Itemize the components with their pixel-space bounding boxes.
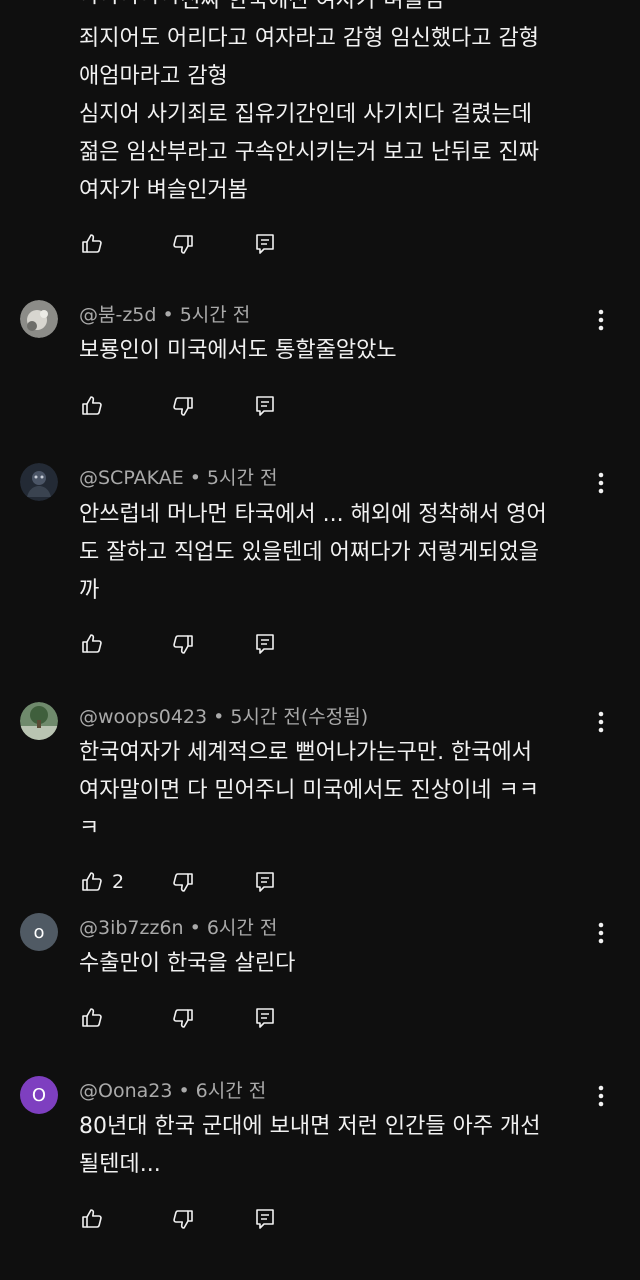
comment-meta: @SCPAKAE • 5시간 전 <box>79 467 278 489</box>
avatar[interactable] <box>20 702 58 740</box>
avatar-letter: O <box>31 1084 47 1106</box>
avatar[interactable]: o <box>20 913 58 951</box>
reply-button[interactable] <box>251 1205 279 1233</box>
like-button[interactable] <box>78 230 106 258</box>
author-handle[interactable]: @3ib7zz6n <box>79 917 184 939</box>
reply-comment-icon <box>256 234 274 254</box>
reply-comment-icon <box>256 634 274 654</box>
more-vertical-icon <box>598 472 604 494</box>
timestamp: 5시간 전(수정됨) <box>230 706 369 728</box>
author-handle[interactable]: @woops0423 <box>79 706 207 728</box>
timestamp: 6시간 전 <box>195 1080 267 1102</box>
reply-button[interactable] <box>251 630 279 658</box>
like-button[interactable] <box>78 1004 106 1032</box>
more-vertical-icon <box>598 922 604 944</box>
avatar[interactable] <box>20 300 58 338</box>
more-options-button[interactable] <box>586 707 616 737</box>
comment-text: 안쓰럽네 머나먼 타국에서 ... 해외에 정착해서 영어 도 잘하고 직업도 … <box>79 502 547 603</box>
thumb-down-icon <box>173 635 193 654</box>
thumb-down-icon <box>173 873 193 892</box>
comment-text: 보룡인이 미국에서도 통할줄알았노 <box>79 338 397 363</box>
more-vertical-icon <box>598 309 604 331</box>
author-handle[interactable]: @붐-z5d <box>79 304 156 326</box>
comment-meta: @woops0423 • 5시간 전(수정됨) <box>79 706 369 728</box>
dislike-button[interactable] <box>169 630 197 658</box>
thumb-up-icon <box>82 1008 102 1027</box>
thumb-up-icon <box>82 396 102 415</box>
comment-text: ㅋㅋㅋㅋㅋ진짜 한국에선 여자가 벼슬임 죄지어도 어리다고 여자라고 감형 임… <box>79 0 540 203</box>
reply-comment-icon <box>256 872 274 892</box>
like-button[interactable] <box>78 392 106 420</box>
dislike-button[interactable] <box>169 868 197 896</box>
thumb-up-icon <box>82 872 102 891</box>
avatar-letter: o <box>33 921 45 943</box>
timestamp: 5시간 전 <box>206 467 278 489</box>
thumb-up-icon <box>82 234 102 253</box>
comment-actions <box>78 629 274 659</box>
author-handle[interactable]: @Oona23 <box>79 1080 172 1102</box>
comment-actions <box>78 1204 274 1234</box>
reply-button[interactable] <box>251 868 279 896</box>
avatar[interactable]: O <box>20 1076 58 1114</box>
reply-button[interactable] <box>251 230 279 258</box>
like-button[interactable] <box>78 868 106 896</box>
comment-actions <box>78 391 274 421</box>
thumb-down-icon <box>173 397 193 416</box>
dislike-button[interactable] <box>169 1205 197 1233</box>
comment-meta: @Oona23 • 6시간 전 <box>79 1080 267 1102</box>
comment-actions <box>78 1003 274 1033</box>
reply-button[interactable] <box>251 1004 279 1032</box>
comment-meta: @3ib7zz6n • 6시간 전 <box>79 917 278 939</box>
timestamp: 6시간 전 <box>206 917 278 939</box>
dislike-button[interactable] <box>169 230 197 258</box>
comment-actions <box>78 229 274 259</box>
reply-comment-icon <box>256 396 274 416</box>
thumb-up-icon <box>82 1209 102 1228</box>
comment-actions: 2 <box>78 867 274 897</box>
thumb-down-icon <box>173 1009 193 1028</box>
more-options-button[interactable] <box>586 468 616 498</box>
like-count: 2 <box>112 871 125 893</box>
reply-comment-icon <box>256 1008 274 1028</box>
more-options-button[interactable] <box>586 918 616 948</box>
reply-button[interactable] <box>251 392 279 420</box>
thumb-up-icon <box>82 634 102 653</box>
reply-comment-icon <box>256 1209 274 1229</box>
dislike-button[interactable] <box>169 1004 197 1032</box>
comment-meta: @붐-z5d • 5시간 전 <box>79 304 251 326</box>
thumb-down-icon <box>173 235 193 254</box>
dislike-button[interactable] <box>169 392 197 420</box>
more-options-button[interactable] <box>586 1081 616 1111</box>
avatar[interactable] <box>20 463 58 501</box>
comment-text: 수출만이 한국을 살린다 <box>79 951 296 976</box>
timestamp: 5시간 전 <box>179 304 251 326</box>
comment-text: 한국여자가 세계적으로 뻗어나가는구만. 한국에서 여자말이면 다 믿어주니 미… <box>79 740 540 841</box>
author-handle[interactable]: @SCPAKAE <box>79 467 184 489</box>
like-button[interactable] <box>78 1205 106 1233</box>
more-vertical-icon <box>598 711 604 733</box>
more-vertical-icon <box>598 1085 604 1107</box>
more-options-button[interactable] <box>586 305 616 335</box>
comment-text: 80년대 한국 군대에 보내면 저런 인간들 아주 개선 될텐데... <box>79 1114 541 1177</box>
like-button[interactable] <box>78 630 106 658</box>
thumb-down-icon <box>173 1210 193 1229</box>
